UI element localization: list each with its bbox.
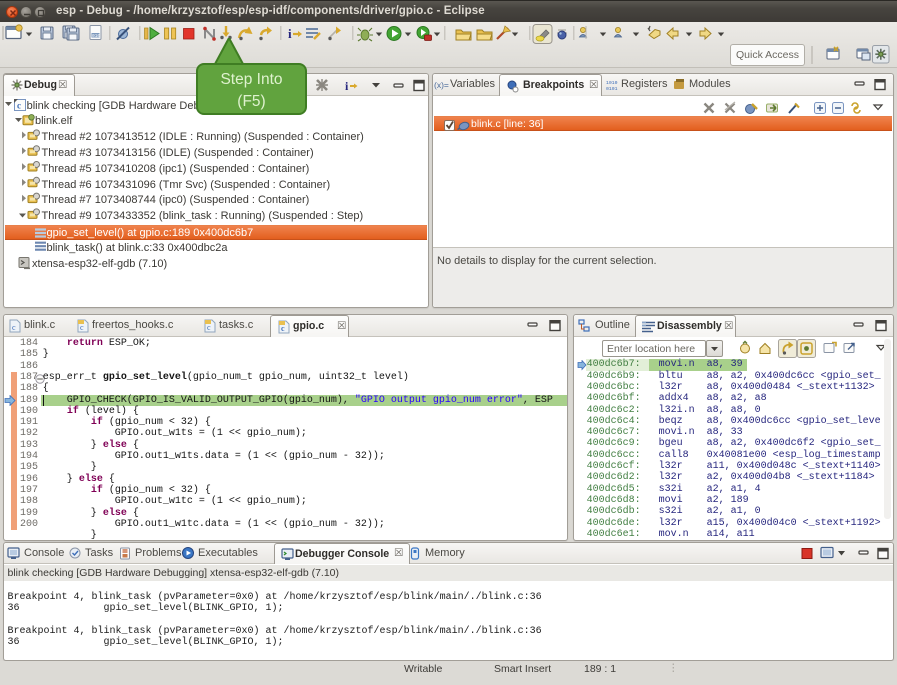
svg-text:(x)=: (x)= xyxy=(434,80,449,90)
svg-text:c: c xyxy=(281,324,285,333)
svg-text:c: c xyxy=(12,323,16,332)
svg-text:i: i xyxy=(288,26,292,41)
svg-text:010: 010 xyxy=(92,33,100,39)
svg-text:1010: 1010 xyxy=(606,80,618,86)
svg-text:c: c xyxy=(80,323,84,332)
svg-text:0101: 0101 xyxy=(606,86,618,91)
svg-text:c: c xyxy=(207,323,211,332)
svg-text:i: i xyxy=(345,79,349,93)
